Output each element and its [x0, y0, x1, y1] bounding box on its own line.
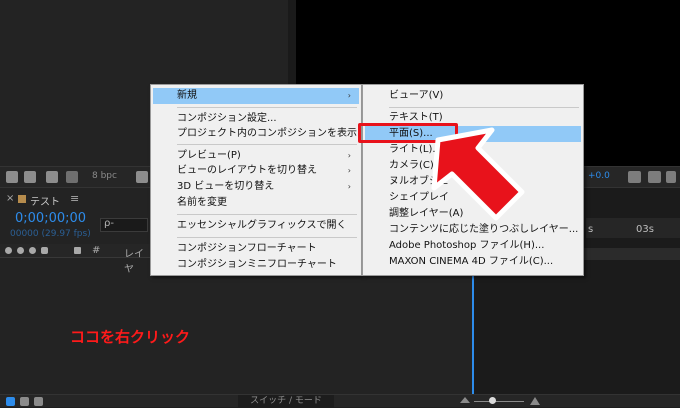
- in-out-icon[interactable]: [34, 397, 43, 406]
- menu-item-reveal-in-project[interactable]: プロジェクト内のコンポジションを表示: [153, 126, 359, 142]
- lock-icon[interactable]: [41, 247, 48, 254]
- new-composition-icon[interactable]: [46, 171, 58, 183]
- label-tag-icon[interactable]: [74, 247, 81, 254]
- bit-depth[interactable]: 8 bpc: [92, 171, 117, 181]
- callout-arrow-shape: [431, 127, 525, 221]
- trash-icon[interactable]: [136, 171, 148, 183]
- menu-separator: [177, 237, 357, 238]
- frame-rate: 00000 (29.97 fps): [10, 229, 91, 239]
- audio-icon[interactable]: [17, 247, 24, 254]
- folder-icon[interactable]: [24, 171, 36, 183]
- zoom-in-icon[interactable]: [530, 397, 540, 405]
- chevron-right-icon: ›: [347, 166, 351, 175]
- layer-switches-icon[interactable]: [6, 397, 15, 406]
- menu-separator: [177, 144, 357, 145]
- menu-item-switch-view-layout[interactable]: ビューのレイアウトを切り替え ›: [153, 163, 359, 179]
- channel-color-icon[interactable]: [666, 171, 676, 183]
- menu-item-rename[interactable]: 名前を変更: [153, 195, 359, 211]
- menu-separator: [389, 107, 579, 108]
- instruction-annotation: ココを右クリック: [70, 328, 191, 346]
- snapshot-camera-icon[interactable]: [628, 171, 641, 183]
- solo-icon[interactable]: [29, 247, 36, 254]
- render-queue-icon[interactable]: [66, 171, 78, 183]
- zoom-slider-knob[interactable]: [489, 397, 496, 404]
- timeline-tab[interactable]: × テスト ≡: [0, 190, 150, 208]
- menu-item-composition-settings[interactable]: コンポジション設定...: [153, 111, 359, 127]
- exposure-value[interactable]: +0.0: [588, 171, 610, 181]
- composition-icon: [18, 195, 26, 203]
- current-time[interactable]: 0;00;00;00: [15, 211, 86, 226]
- time-ruler[interactable]: s 03s: [586, 218, 680, 238]
- menu-item-preview[interactable]: プレビュー(P) ›: [153, 148, 359, 164]
- menu-item-new[interactable]: 新規 ›: [153, 88, 359, 104]
- tab-name[interactable]: テスト: [30, 193, 60, 208]
- submenu-item-cinema4d-file[interactable]: MAXON CINEMA 4D ファイル(C)...: [365, 254, 581, 270]
- bottom-bar: スイッチ / モード: [0, 394, 680, 408]
- transfer-controls-icon[interactable]: [20, 397, 29, 406]
- tick-label: 03s: [636, 224, 654, 235]
- tick-label: s: [588, 224, 594, 235]
- layer-column-header: # レイヤ: [0, 244, 150, 275]
- search-icon: ρ-: [104, 218, 114, 229]
- panel-menu-icon[interactable]: ≡: [70, 192, 79, 205]
- number-column: #: [92, 245, 101, 256]
- menu-item-switch-3d-view[interactable]: 3D ビューを切り替え ›: [153, 179, 359, 195]
- chevron-right-icon: ›: [347, 182, 351, 191]
- chevron-right-icon: ›: [347, 151, 351, 160]
- interpret-footage-icon[interactable]: [6, 171, 18, 183]
- menu-item-open-essential-graphics[interactable]: エッセンシャルグラフィックスで開く: [153, 218, 359, 234]
- menu-separator: [177, 214, 357, 215]
- layer-search-input[interactable]: ρ-: [100, 218, 148, 232]
- eye-icon[interactable]: [5, 247, 12, 254]
- submenu-item-photoshop-file[interactable]: Adobe Photoshop ファイル(H)...: [365, 238, 581, 254]
- submenu-item-viewer[interactable]: ビューア(V): [365, 88, 581, 104]
- callout-arrow-icon: [431, 127, 525, 221]
- menu-separator: [177, 107, 357, 108]
- zoom-out-icon[interactable]: [460, 397, 470, 403]
- context-menu: 新規 › コンポジション設定... プロジェクト内のコンポジションを表示 プレビ…: [150, 84, 362, 276]
- zoom-slider[interactable]: [474, 401, 524, 402]
- chevron-right-icon: ›: [347, 91, 351, 100]
- menu-item-flowchart[interactable]: コンポジションフローチャート: [153, 241, 359, 257]
- show-snapshot-icon[interactable]: [648, 171, 661, 183]
- menu-item-mini-flowchart[interactable]: コンポジションミニフローチャート: [153, 257, 359, 273]
- layer-name-column: レイヤ: [124, 249, 144, 275]
- switch-mode-toggle[interactable]: スイッチ / モード: [238, 395, 334, 408]
- close-icon[interactable]: ×: [6, 193, 14, 204]
